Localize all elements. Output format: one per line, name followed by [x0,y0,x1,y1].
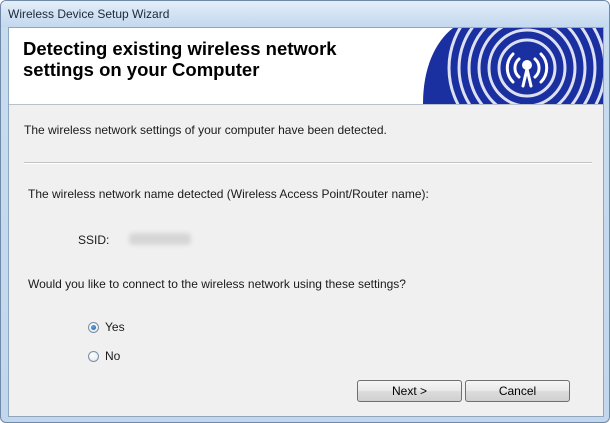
radio-no[interactable]: No [88,348,120,364]
connect-question: Would you like to connect to the wireles… [28,277,406,291]
wizard-window: Wireless Device Setup Wizard Detecting e… [0,0,610,423]
next-button[interactable]: Next > [357,380,462,402]
radio-no-button[interactable] [88,350,99,362]
wizard-header: Detecting existing wireless network sett… [9,28,603,105]
wireless-banner-graphic [423,28,603,104]
separator [24,162,592,164]
radio-yes[interactable]: Yes [88,319,125,335]
wizard-client-area: Detecting existing wireless network sett… [8,27,604,417]
ssid-value-redacted [129,233,191,245]
page-title: Detecting existing wireless network sett… [23,38,337,80]
window-title: Wireless Device Setup Wizard [8,7,170,21]
detected-message: The wireless network settings of your co… [24,123,387,137]
radio-yes-label[interactable]: Yes [105,320,125,334]
radio-no-label[interactable]: No [105,349,120,363]
network-name-label: The wireless network name detected (Wire… [28,187,429,201]
title-bar[interactable]: Wireless Device Setup Wizard [1,1,609,27]
radio-yes-button[interactable] [88,321,99,333]
cancel-button[interactable]: Cancel [465,380,570,402]
ssid-label: SSID: [78,233,110,247]
